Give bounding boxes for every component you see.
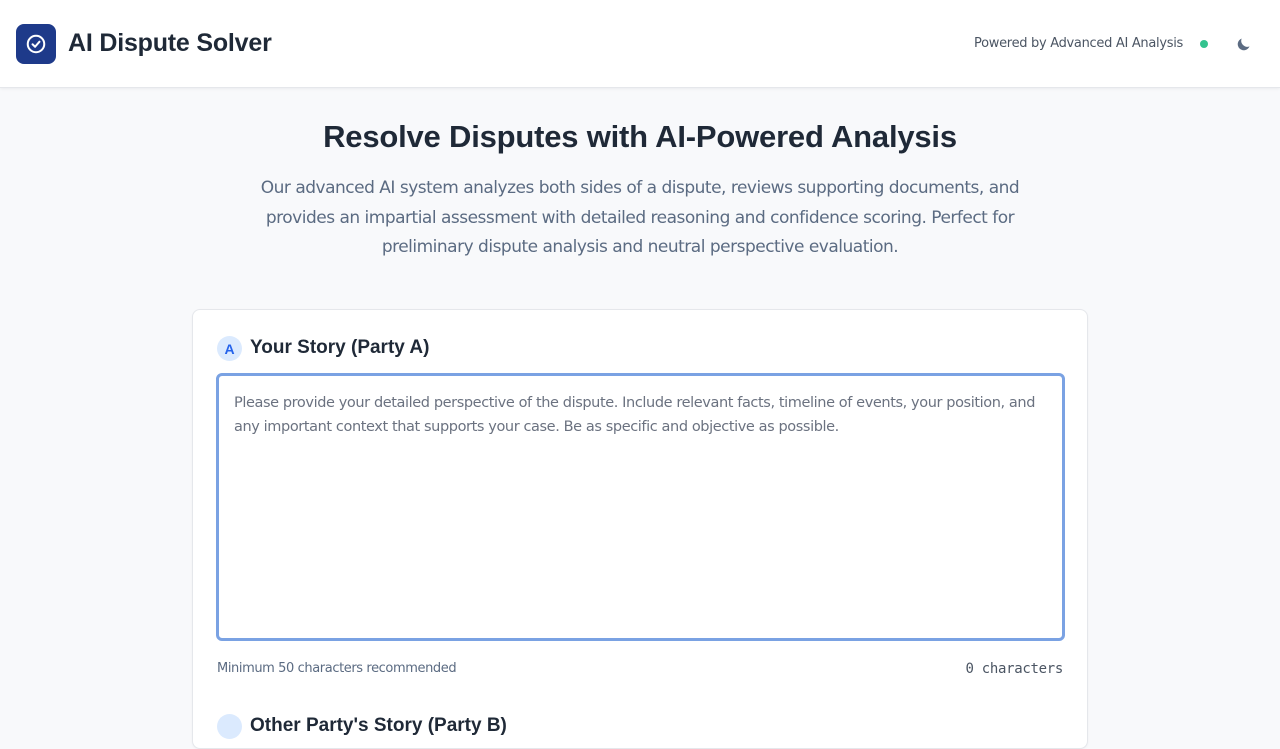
party-b-badge: [217, 714, 242, 739]
status-indicator-dot: [1200, 40, 1208, 48]
page-description: Our advanced AI system analyzes both sid…: [260, 178, 1020, 257]
check-circle-icon: [26, 34, 46, 54]
minimum-characters-hint: Minimum 50 characters recommended: [217, 661, 457, 676]
powered-by-text: Powered by Advanced AI Analysis: [974, 36, 1183, 51]
party-a-badge: A: [217, 336, 242, 361]
character-count: 0 characters: [965, 661, 1063, 677]
party-a-title: Your Story (Party A): [250, 337, 430, 358]
app-logo[interactable]: [16, 24, 56, 64]
party-b-title: Other Party's Story (Party B): [250, 715, 507, 736]
app-title: AI Dispute Solver: [68, 29, 272, 57]
theme-toggle-button[interactable]: [1232, 33, 1254, 55]
app-header: AI Dispute Solver Powered by Advanced AI…: [0, 0, 1280, 88]
party-a-story-input[interactable]: [216, 373, 1065, 641]
dispute-form-card: A Your Story (Party A) Minimum 50 charac…: [192, 309, 1088, 749]
page-title: Resolve Disputes with AI-Powered Analysi…: [323, 119, 957, 154]
moon-icon: [1237, 37, 1250, 50]
